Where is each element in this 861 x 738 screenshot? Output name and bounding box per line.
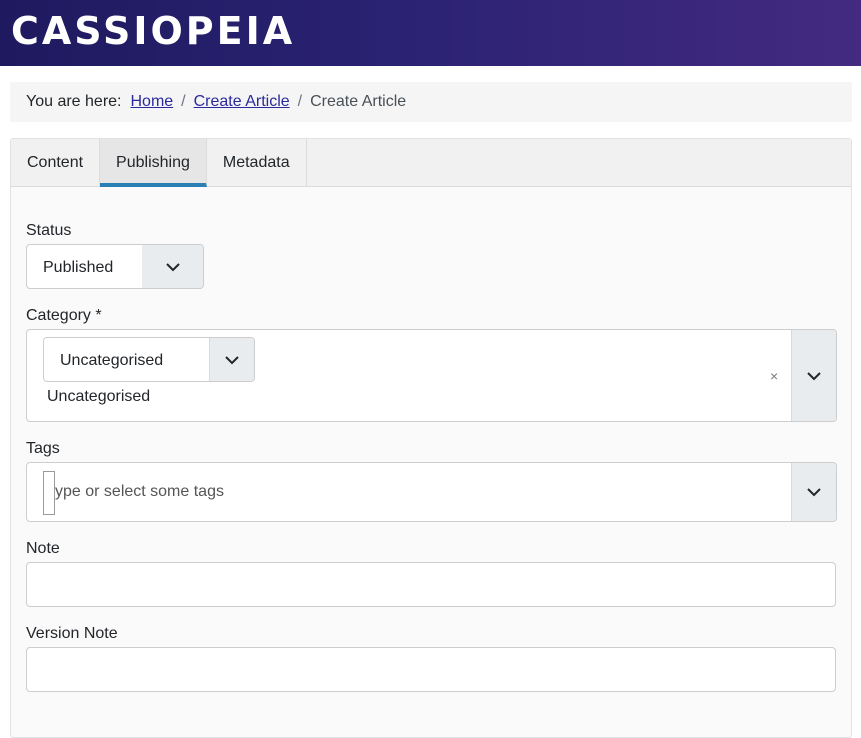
category-select-button[interactable] [209, 338, 254, 381]
status-select-value: Published [43, 259, 114, 276]
status-dropdown-button[interactable] [142, 245, 203, 288]
site-brand[interactable]: CASSIOPEIA [11, 8, 295, 54]
tab-publishing[interactable]: Publishing [100, 139, 207, 187]
status-select[interactable]: Published [26, 244, 204, 289]
article-form-card: Content Publishing Metadata Status Publi… [10, 138, 852, 738]
category-select[interactable]: Uncategorised [43, 337, 255, 382]
category-selected-item: Uncategorised [47, 388, 151, 405]
category-select-value: Uncategorised [60, 352, 164, 369]
chevron-down-icon [165, 262, 180, 271]
tags-dropdown-button[interactable] [791, 463, 836, 521]
chevron-down-icon [807, 371, 821, 380]
site-header: CASSIOPEIA [0, 0, 861, 66]
tags-input[interactable] [43, 471, 55, 515]
clear-icon[interactable]: × [770, 368, 778, 384]
tab-bar: Content Publishing Metadata [11, 139, 851, 187]
breadcrumb-link-home[interactable]: Home [130, 93, 173, 111]
chevron-down-icon [807, 488, 821, 497]
note-input[interactable] [26, 562, 836, 607]
category-dropdown-button[interactable] [791, 330, 836, 421]
breadcrumb-prefix: You are here: [26, 93, 122, 110]
tags-field[interactable]: ype or select some tags [26, 462, 837, 522]
version-note-input[interactable] [26, 647, 836, 692]
breadcrumb-link-create-article[interactable]: Create Article [194, 93, 290, 111]
tags-placeholder: ype or select some tags [55, 483, 224, 500]
version-note-label: Version Note [26, 625, 118, 642]
tags-label: Tags [26, 440, 60, 457]
breadcrumb-separator: / [297, 93, 303, 110]
tab-content[interactable]: Content [11, 139, 101, 187]
category-label: Category * [26, 307, 102, 324]
category-field[interactable]: Uncategorised Uncategorised × [26, 329, 837, 422]
breadcrumb-separator: / [181, 93, 186, 110]
breadcrumb-current: Create Article [310, 93, 407, 110]
chevron-down-icon [225, 355, 239, 364]
note-label: Note [26, 540, 60, 557]
breadcrumb: You are here: Home / Create Article / Cr… [10, 82, 852, 122]
tab-metadata[interactable]: Metadata [207, 139, 307, 187]
status-label: Status [26, 222, 72, 239]
